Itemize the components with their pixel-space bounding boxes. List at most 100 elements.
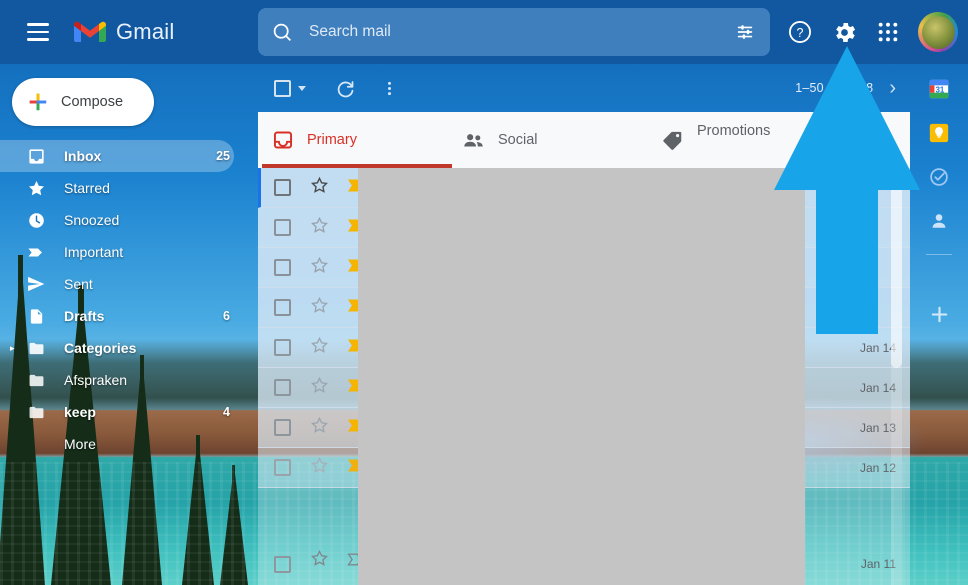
checkbox-icon[interactable] xyxy=(274,179,291,196)
sidebar-item-label: Inbox xyxy=(64,148,102,164)
sidebar-item-label: Snoozed xyxy=(64,212,120,228)
checkbox-icon[interactable] xyxy=(274,556,291,573)
plus-icon xyxy=(29,93,47,111)
compose-button[interactable]: Compose xyxy=(12,78,154,126)
list-scrollbar-thumb[interactable] xyxy=(891,168,902,368)
sidebar-item-inbox[interactable]: Inbox 25 xyxy=(0,140,234,172)
page-range-label: 1–50 of 1,118 xyxy=(795,81,874,95)
sidebar-item-snoozed[interactable]: Snoozed xyxy=(0,204,234,236)
main-pane: 1–50 of 1,118 › Primary Social Promotion… xyxy=(258,64,910,585)
checkbox-icon[interactable] xyxy=(274,259,291,276)
google-keep-icon[interactable] xyxy=(928,122,950,144)
star-outline-icon[interactable] xyxy=(310,176,329,200)
next-page-button[interactable]: › xyxy=(889,77,896,100)
header-actions: ? xyxy=(780,12,958,52)
sidebar-item-label: Categories xyxy=(64,340,137,356)
checkbox-icon[interactable] xyxy=(274,219,291,236)
checkbox-icon[interactable] xyxy=(274,379,291,396)
svg-text:31: 31 xyxy=(936,85,945,94)
sidebar-item-sent[interactable]: Sent xyxy=(0,268,234,300)
right-side-rail: 31 xyxy=(910,64,968,585)
tab-label: Social xyxy=(498,132,538,148)
search-bar[interactable] xyxy=(258,8,770,56)
gear-settings-icon[interactable] xyxy=(824,12,864,52)
star-outline-icon[interactable] xyxy=(310,336,329,360)
star-outline-icon[interactable] xyxy=(310,216,329,240)
app-header: Gmail ? xyxy=(0,0,968,64)
send-icon xyxy=(26,274,46,294)
star-outline-icon[interactable] xyxy=(310,416,329,440)
refresh-icon[interactable] xyxy=(328,71,362,105)
important-icon xyxy=(26,242,46,262)
people-icon xyxy=(464,133,483,146)
sidebar-item-label: Sent xyxy=(64,276,93,292)
chevron-right-icon[interactable]: ▸ xyxy=(10,343,15,354)
sidebar-item-count: 4 xyxy=(223,405,230,419)
price-tag-icon xyxy=(663,131,682,150)
google-contacts-icon[interactable] xyxy=(928,210,950,232)
checkbox-icon[interactable] xyxy=(274,419,291,436)
hamburger-menu-icon[interactable] xyxy=(14,8,62,56)
label-icon xyxy=(26,338,46,358)
gmail-wordmark: Gmail xyxy=(116,19,175,44)
svg-text:?: ? xyxy=(797,26,804,40)
sidebar-item-drafts[interactable]: Drafts 6 xyxy=(0,300,234,332)
account-avatar[interactable] xyxy=(918,12,958,52)
star-outline-icon[interactable] xyxy=(310,256,329,280)
chevron-down-icon[interactable] xyxy=(298,85,306,91)
google-tasks-icon[interactable] xyxy=(928,166,950,188)
inbox-icon xyxy=(26,146,46,166)
star-outline-icon[interactable] xyxy=(310,549,329,573)
select-all-checkbox[interactable] xyxy=(274,79,306,97)
sidebar-item-keep[interactable]: keep 4 xyxy=(0,396,234,428)
sidebar-item-afspraken[interactable]: Afspraken xyxy=(0,364,234,396)
google-apps-grid-icon[interactable] xyxy=(868,12,908,52)
gmail-m-logo xyxy=(74,21,106,42)
tab-label: Promotions xyxy=(697,123,771,139)
search-input[interactable] xyxy=(309,23,734,41)
star-outline-icon[interactable] xyxy=(310,296,329,320)
tab-promotions[interactable]: Promotions xyxy=(652,112,852,168)
tab-social[interactable]: Social xyxy=(452,112,652,168)
clock-icon xyxy=(26,210,46,230)
checkbox-icon[interactable] xyxy=(274,299,291,316)
sidebar-item-label: keep xyxy=(64,404,96,420)
category-tabs: Primary Social Promotions xyxy=(258,112,910,168)
sidebar-item-more[interactable]: More xyxy=(0,428,234,460)
label-icon xyxy=(26,370,46,390)
sidebar-item-starred[interactable]: Starred xyxy=(0,172,234,204)
more-icon-placeholder xyxy=(26,434,46,454)
star-outline-icon[interactable] xyxy=(310,376,329,400)
sidebar-item-label: More xyxy=(64,436,96,452)
sidebar-item-label: Drafts xyxy=(64,308,105,324)
content-redaction-overlay xyxy=(358,168,805,585)
sidebar-item-label: Starred xyxy=(64,180,110,196)
sidebar-item-categories[interactable]: ▸ Categories xyxy=(0,332,234,364)
search-icon xyxy=(273,23,291,41)
sidebar-item-important[interactable]: Important xyxy=(0,236,234,268)
star-icon xyxy=(26,178,46,198)
search-options-icon[interactable] xyxy=(734,21,756,43)
tab-primary[interactable]: Primary xyxy=(262,112,452,168)
star-outline-icon[interactable] xyxy=(310,456,329,480)
sidebar-item-label: Afspraken xyxy=(64,372,128,388)
tab-label: Primary xyxy=(307,132,357,148)
label-icon xyxy=(26,402,46,422)
checkbox-icon[interactable] xyxy=(274,339,291,356)
draft-file-icon xyxy=(26,306,46,326)
sidebar-item-label: Important xyxy=(64,244,124,260)
sidebar-item-count: 6 xyxy=(223,309,230,323)
sidebar-item-count: 25 xyxy=(216,149,230,163)
mail-toolbar: 1–50 of 1,118 › xyxy=(258,64,910,112)
rail-divider xyxy=(926,254,952,255)
inbox-tab-icon xyxy=(273,131,293,149)
checkbox-icon xyxy=(274,79,291,97)
help-question-icon[interactable]: ? xyxy=(780,12,820,52)
gmail-brand[interactable]: Gmail xyxy=(74,19,174,45)
compose-label: Compose xyxy=(61,94,124,110)
more-vertical-icon[interactable] xyxy=(372,71,406,105)
checkbox-icon[interactable] xyxy=(274,459,291,476)
add-plus-icon[interactable] xyxy=(928,303,950,325)
mail-list: Jan 14 Jan 14 Jan 13 Jan 12 Jan 11 xyxy=(258,168,910,585)
google-calendar-icon[interactable]: 31 xyxy=(928,78,950,100)
